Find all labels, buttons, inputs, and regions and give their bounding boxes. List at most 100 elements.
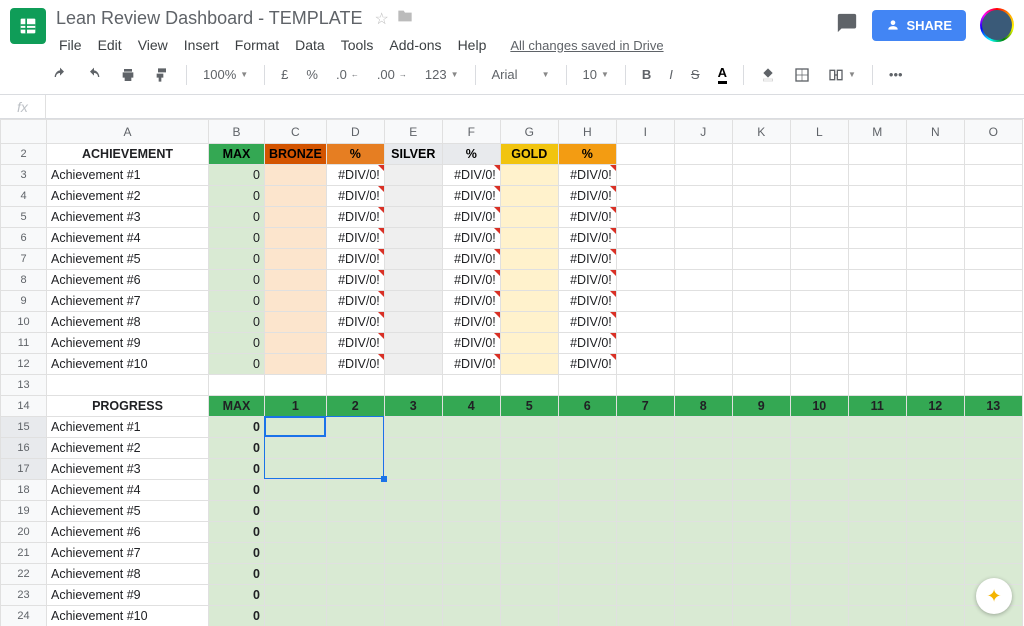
cell[interactable] — [732, 186, 790, 207]
col-header-J[interactable]: J — [674, 120, 732, 144]
cell[interactable] — [790, 186, 848, 207]
progress-col-3[interactable]: 3 — [384, 396, 442, 417]
bronze-pct-error[interactable]: #DIV/0! — [326, 186, 384, 207]
progress-cell[interactable] — [265, 543, 327, 564]
cell[interactable] — [906, 228, 964, 249]
row-header-6[interactable]: 6 — [1, 228, 47, 249]
cell[interactable] — [906, 249, 964, 270]
cell[interactable] — [732, 354, 790, 375]
row-header-14[interactable]: 14 — [1, 396, 47, 417]
progress-cell[interactable] — [442, 480, 500, 501]
progress-cell[interactable] — [442, 543, 500, 564]
progress-cell[interactable] — [732, 480, 790, 501]
bronze-pct-error[interactable]: #DIV/0! — [326, 228, 384, 249]
max-value[interactable]: 0 — [209, 186, 265, 207]
progress-cell[interactable] — [326, 459, 384, 480]
cell[interactable] — [616, 165, 674, 186]
progress-cell[interactable] — [500, 585, 558, 606]
paint-format-icon[interactable] — [148, 63, 176, 87]
gold-pct-error[interactable]: #DIV/0! — [558, 312, 616, 333]
progress-cell[interactable] — [500, 522, 558, 543]
progress-label[interactable]: Achievement #3 — [47, 459, 209, 480]
progress-cell[interactable] — [790, 459, 848, 480]
sheets-logo[interactable] — [10, 8, 46, 44]
progress-cell[interactable] — [674, 522, 732, 543]
progress-label[interactable]: Achievement #4 — [47, 480, 209, 501]
gold-value[interactable] — [500, 291, 558, 312]
col-header-E[interactable]: E — [384, 120, 442, 144]
bronze-value[interactable] — [265, 354, 327, 375]
cell[interactable] — [500, 375, 558, 396]
more-toolbar-icon[interactable]: ••• — [883, 63, 909, 86]
spreadsheet-grid[interactable]: ABCDEFGHIJKLMNO2ACHIEVEMENTMAXBRONZE%SIL… — [0, 119, 1024, 626]
cell[interactable] — [848, 144, 906, 165]
col-header-F[interactable]: F — [442, 120, 500, 144]
progress-cell[interactable] — [906, 564, 964, 585]
progress-max-value[interactable]: 0 — [209, 606, 265, 626]
progress-cell[interactable] — [265, 417, 327, 438]
progress-cell[interactable] — [265, 585, 327, 606]
gold-value[interactable] — [500, 207, 558, 228]
progress-cell[interactable] — [964, 438, 1022, 459]
cell[interactable] — [732, 249, 790, 270]
gold-pct-header[interactable]: % — [558, 144, 616, 165]
achievement-label[interactable]: Achievement #7 — [47, 291, 209, 312]
cell[interactable] — [906, 312, 964, 333]
gold-pct-error[interactable]: #DIV/0! — [558, 333, 616, 354]
silver-pct-error[interactable]: #DIV/0! — [442, 186, 500, 207]
progress-cell[interactable] — [848, 417, 906, 438]
progress-cell[interactable] — [326, 480, 384, 501]
star-icon[interactable]: ☆ — [374, 9, 388, 29]
progress-cell[interactable] — [964, 501, 1022, 522]
cell[interactable] — [790, 270, 848, 291]
progress-cell[interactable] — [964, 522, 1022, 543]
strikethrough-button[interactable]: S — [685, 63, 706, 86]
progress-cell[interactable] — [732, 438, 790, 459]
cell[interactable] — [906, 165, 964, 186]
progress-cell[interactable] — [732, 459, 790, 480]
progress-cell[interactable] — [558, 438, 616, 459]
cell[interactable] — [616, 333, 674, 354]
silver-pct-error[interactable]: #DIV/0! — [442, 312, 500, 333]
progress-cell[interactable] — [848, 480, 906, 501]
bronze-pct-error[interactable]: #DIV/0! — [326, 207, 384, 228]
progress-cell[interactable] — [442, 501, 500, 522]
progress-cell[interactable] — [906, 459, 964, 480]
progress-cell[interactable] — [442, 459, 500, 480]
achievement-label[interactable]: Achievement #1 — [47, 165, 209, 186]
progress-label[interactable]: Achievement #10 — [47, 606, 209, 626]
col-header-G[interactable]: G — [500, 120, 558, 144]
cell[interactable] — [906, 375, 964, 396]
progress-cell[interactable] — [674, 480, 732, 501]
cell[interactable] — [616, 291, 674, 312]
cell[interactable] — [674, 291, 732, 312]
gold-value[interactable] — [500, 165, 558, 186]
silver-pct-error[interactable]: #DIV/0! — [442, 270, 500, 291]
progress-cell[interactable] — [326, 438, 384, 459]
progress-cell[interactable] — [790, 522, 848, 543]
progress-label[interactable]: Achievement #9 — [47, 585, 209, 606]
progress-cell[interactable] — [326, 522, 384, 543]
max-value[interactable]: 0 — [209, 270, 265, 291]
bronze-value[interactable] — [265, 207, 327, 228]
progress-cell[interactable] — [265, 459, 327, 480]
col-header-D[interactable]: D — [326, 120, 384, 144]
progress-cell[interactable] — [674, 438, 732, 459]
bronze-value[interactable] — [265, 291, 327, 312]
gold-pct-error[interactable]: #DIV/0! — [558, 228, 616, 249]
progress-cell[interactable] — [906, 585, 964, 606]
cell[interactable] — [384, 375, 442, 396]
progress-cell[interactable] — [674, 543, 732, 564]
progress-cell[interactable] — [384, 522, 442, 543]
progress-cell[interactable] — [500, 459, 558, 480]
bronze-value[interactable] — [265, 186, 327, 207]
progress-cell[interactable] — [790, 543, 848, 564]
progress-cell[interactable] — [442, 606, 500, 626]
bronze-pct-header[interactable]: % — [326, 144, 384, 165]
achievement-label[interactable]: Achievement #4 — [47, 228, 209, 249]
progress-cell[interactable] — [616, 564, 674, 585]
cell[interactable] — [964, 270, 1022, 291]
progress-max-value[interactable]: 0 — [209, 459, 265, 480]
menu-tools[interactable]: Tools — [334, 33, 381, 57]
menu-insert[interactable]: Insert — [177, 33, 226, 57]
